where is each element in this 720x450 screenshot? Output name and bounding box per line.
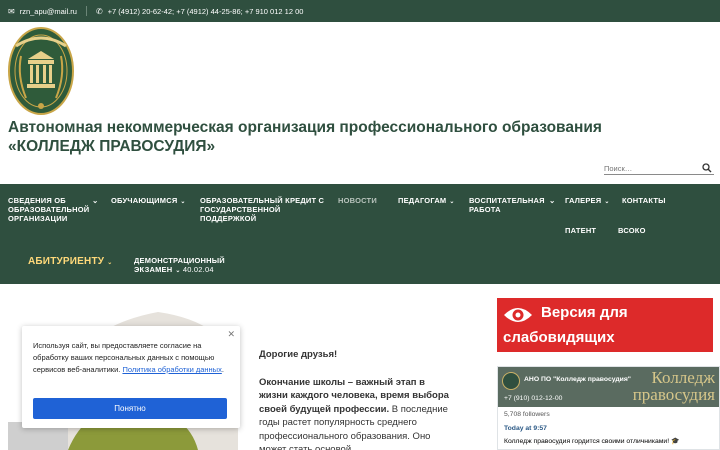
chevron-down-icon: ⌄ — [180, 199, 186, 205]
vk-cover: Колледж правосудия АНО ПО "Колледж право… — [498, 367, 719, 407]
nav-item-patent[interactable]: Патент — [565, 226, 596, 235]
nav-item-label: Контакты — [622, 196, 666, 205]
nav-item-demo-exam[interactable]: Демонстрационный экзамен ⌄ 40.02.04 — [134, 256, 234, 276]
nav-item-label: Сведения об образовательной организации — [8, 196, 90, 223]
close-icon[interactable]: ✕ — [227, 328, 235, 340]
nav-item-news[interactable]: Новости — [338, 196, 377, 205]
nav-item-upbringing[interactable]: Воспитательная работа — [469, 196, 551, 214]
nav-item-label: Педагогам — [398, 196, 447, 205]
chevron-down-icon: ⌄ — [175, 268, 181, 274]
site-title[interactable]: Автономная некоммерческая организация пр… — [8, 118, 688, 156]
nav-item-applicants[interactable]: Абитуриенту ⌄ — [28, 257, 112, 268]
vk-post-text: Колледж правосудия гордится своими отлич… — [504, 438, 680, 445]
nav-item-education-credit[interactable]: Образовательный кредит с государственной… — [200, 196, 325, 223]
nav-item-label: Воспитательная работа — [469, 196, 545, 214]
vk-community-widget: Колледж правосудия АНО ПО "Колледж право… — [497, 366, 720, 450]
greeting: Дорогие друзья! — [259, 349, 338, 360]
divider — [85, 6, 87, 16]
nav-item-contacts[interactable]: Контакты — [622, 196, 666, 205]
vk-post-time[interactable]: Today at 9:57 — [504, 425, 547, 432]
chevron-down-icon: ⌄ — [107, 260, 113, 266]
nav-item-teachers[interactable]: Педагогам ⌄ — [398, 196, 455, 207]
cookie-banner: ✕ Используя сайт, вы предоставляете согл… — [22, 326, 240, 428]
nav-item-label: Всоко — [618, 226, 646, 235]
college-logo[interactable] — [8, 26, 74, 116]
nav-item-vsoko[interactable]: Всоко — [618, 226, 646, 235]
search-input[interactable] — [604, 160, 696, 177]
search-icon[interactable] — [702, 160, 712, 173]
vk-community-name[interactable]: АНО ПО "Колледж правосудия" — [524, 376, 631, 383]
nav-item-label: Образовательный кредит с государственной… — [200, 196, 325, 223]
nav-item-about[interactable]: Сведения об образовательной организации — [8, 196, 98, 223]
vk-followers: 5,708 followers — [504, 411, 550, 418]
top-contact-bar: ✉ rzn_apu@mail.ru ✆ +7 (4912) 20-62-42; … — [0, 0, 720, 22]
vk-avatar[interactable] — [502, 372, 520, 390]
privacy-policy-link[interactable]: Политика обработки данных — [122, 365, 221, 374]
nav-item-label: Галерея — [565, 196, 602, 205]
accessibility-label-line1: Версия для — [541, 304, 628, 321]
nav-item-students[interactable]: Обучающимся ⌄ — [111, 196, 186, 207]
main-navigation: Сведения об образовательной организации … — [0, 184, 720, 284]
eye-icon — [503, 304, 533, 326]
nav-item-sublabel: 40.02.04 — [182, 265, 214, 274]
accessibility-label-line2: слабовидящих — [503, 329, 615, 346]
nav-item-label: Абитуриенту — [28, 256, 105, 267]
vk-phone: +7 (910) 012-12-00 — [504, 395, 563, 402]
chevron-down-icon: ⌄ — [549, 196, 556, 205]
intro-text: Дорогие друзья! Окончание школы – важный… — [259, 348, 451, 450]
chevron-down-icon: ⌄ — [92, 196, 99, 205]
vk-cover-title: Колледж правосудия — [632, 368, 715, 404]
contact-email[interactable]: rzn_apu@mail.ru — [20, 7, 77, 16]
nav-item-label: Патент — [565, 226, 597, 235]
chevron-down-icon: ⌄ — [604, 199, 610, 205]
accessibility-version-button[interactable]: Версия для слабовидящих — [497, 298, 713, 352]
nav-item-label: Новости — [338, 196, 377, 205]
search-box — [604, 158, 714, 177]
chevron-down-icon: ⌄ — [449, 199, 455, 205]
mail-icon: ✉ — [8, 6, 15, 16]
cookie-accept-button[interactable]: Понятно — [33, 398, 227, 419]
nav-item-label: Обучающимся — [111, 196, 178, 205]
nav-item-gallery[interactable]: Галерея ⌄ — [565, 196, 610, 207]
contact-phones[interactable]: +7 (4912) 20-62-42; +7 (4912) 44-25-86; … — [108, 7, 304, 16]
phone-icon: ✆ — [95, 6, 103, 16]
